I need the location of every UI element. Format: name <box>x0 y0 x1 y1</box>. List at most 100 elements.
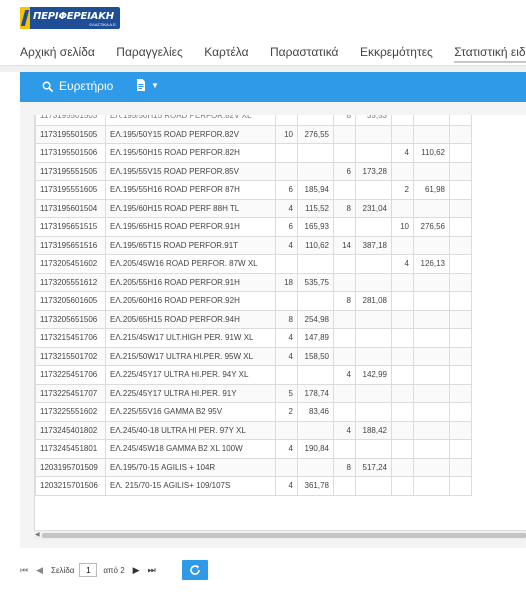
table-cell-description: ΕΛ.195/55V15 ROAD PERFOR.85V <box>105 161 276 181</box>
table-row[interactable]: 1173195601504 ΕΛ.195/60H15 ROAD PERF 88H … <box>35 198 472 218</box>
horizontal-scrollbar[interactable]: ◀ <box>34 530 526 540</box>
table-cell-qty-3 <box>391 328 414 348</box>
table-cell-amount-3 <box>413 457 450 477</box>
table-cell-amount-3 <box>413 115 450 126</box>
table-cell-qty-1: 4 <box>275 198 298 218</box>
table-cell-extra <box>449 254 472 274</box>
table-cell-qty-2 <box>333 439 356 459</box>
table-cell-qty-3 <box>391 161 414 181</box>
prev-page-icon[interactable]: ◀ <box>36 565 43 576</box>
table-cell-description: ΕΛ.195/70-15 AGILIS + 104R <box>105 457 276 477</box>
table-cell-amount-2 <box>355 143 392 163</box>
table-row[interactable]: 1173195501503 ΕΛ.195/50H15 ROAD PERFOR.8… <box>35 115 472 126</box>
nav-item-item-statistics[interactable]: Στατιστική ειδών <box>454 45 526 63</box>
table-row[interactable]: 1173195551505 ΕΛ.195/55V15 ROAD PERFOR.85… <box>35 161 472 181</box>
table-cell-qty-1 <box>275 457 298 477</box>
nav-item-documents[interactable]: Παραστατικά <box>270 45 338 61</box>
table-row[interactable]: 1173195651515 ΕΛ.195/65H15 ROAD PERFOR.91… <box>35 217 472 237</box>
table-cell-description: ΕΛ.195/50H15 ROAD PERFOR.82H <box>105 143 276 163</box>
nav-item-orders[interactable]: Παραγγελίες <box>116 45 183 61</box>
table-row[interactable]: 1173205601605 ΕΛ.205/60H16 ROAD PERFOR.92… <box>35 291 472 311</box>
search-icon <box>42 81 53 92</box>
table-row[interactable]: 1173225551602 ΕΛ.225/55V16 GAMMA B2 95V 2 8… <box>35 402 472 422</box>
table-cell-amount-2: 387,18 <box>355 235 392 255</box>
table-cell-qty-2: 8 <box>333 291 356 311</box>
table-cell-code: 1173245401802 <box>35 420 106 440</box>
nav-item-home[interactable]: Αρχική σελίδα <box>20 45 95 61</box>
table-cell-extra <box>449 457 472 477</box>
table-cell-description: ΕΛ.225/55V16 GAMMA B2 95V <box>105 402 276 422</box>
table-cell-code: 1173245451801 <box>35 439 106 459</box>
table-cell-qty-1: 18 <box>275 272 298 292</box>
company-logo[interactable]: ΠΕΡΙΦΕΡΕΙΑΚΗ ΕΛΑΣΤΙΚΑ Α.Ε. <box>20 7 120 29</box>
table-cell-code: 1173215501702 <box>35 346 106 366</box>
table-cell-qty-3 <box>391 439 414 459</box>
table-cell-qty-3 <box>391 346 414 366</box>
table-cell-description: ΕΛ.195/55H16 ROAD PERFOR 87H <box>105 180 276 200</box>
table-cell-amount-2 <box>355 124 392 144</box>
table-cell-amount-2: 517,24 <box>355 457 392 477</box>
table-row[interactable]: 1173205651506 ΕΛ.205/65H15 ROAD PERFOR.94… <box>35 309 472 329</box>
table-row[interactable]: 1173195551605 ΕΛ.195/55H16 ROAD PERFOR 87… <box>35 180 472 200</box>
table-cell-qty-1: 8 <box>275 309 298 329</box>
table-cell-extra <box>449 309 472 329</box>
table-cell-amount-3 <box>413 124 450 144</box>
table-cell-extra <box>449 143 472 163</box>
table-cell-amount-2 <box>355 328 392 348</box>
table-cell-amount-1 <box>297 420 334 440</box>
last-page-icon[interactable]: ⏭ <box>148 565 156 576</box>
table-row[interactable]: 1173215501702 ΕΛ.215/50W17 ULTRA HI.PER. … <box>35 346 472 366</box>
table-row[interactable]: 1173205551612 ΕΛ.205/55H16 ROAD PERFOR.91… <box>35 272 472 292</box>
table-cell-qty-3 <box>391 402 414 422</box>
table-row[interactable]: 1173205451602 ΕΛ.205/45W16 ROAD PERFOR. 8… <box>35 254 472 274</box>
table-cell-code: 1203215701506 <box>35 476 106 496</box>
table-row[interactable]: 1173195501505 ΕΛ.195/50Y15 ROAD PERFOR.82… <box>35 124 472 144</box>
first-page-icon[interactable]: ⏮ <box>20 565 28 576</box>
table-cell-qty-2: 14 <box>333 235 356 255</box>
table-row[interactable]: 1173195651516 ΕΛ.195/65T15 ROAD PERFOR.91… <box>35 235 472 255</box>
table-cell-amount-2 <box>355 254 392 274</box>
table-row[interactable]: 1173225451707 ΕΛ.225/45Y17 ULTRA HI.PER. … <box>35 383 472 403</box>
table-row[interactable]: 1173195501506 ΕΛ.195/50H15 ROAD PERFOR.82… <box>35 143 472 163</box>
table-cell-qty-1 <box>275 115 298 126</box>
table-cell-code: 1173195651516 <box>35 235 106 255</box>
table-row[interactable]: 1173245401802 ΕΛ.245/40-18 ULTRA HI PER. … <box>35 420 472 440</box>
table-cell-qty-3 <box>391 420 414 440</box>
page-label: Σελίδα <box>51 565 75 575</box>
table-cell-extra <box>449 476 472 496</box>
table-cell-qty-3 <box>391 476 414 496</box>
table-cell-amount-3 <box>413 476 450 496</box>
table-cell-amount-3: 126,13 <box>413 254 450 274</box>
table-cell-extra <box>449 402 472 422</box>
table-cell-amount-2 <box>355 402 392 422</box>
table-cell-qty-3 <box>391 124 414 144</box>
nav-item-card[interactable]: Καρτέλα <box>204 45 248 61</box>
table-cell-amount-1: 147,89 <box>297 328 334 348</box>
table-cell-amount-1: 361,78 <box>297 476 334 496</box>
table-cell-description: ΕΛ.215/45W17 ULT.HIGH PER. 91W XL <box>105 328 276 348</box>
refresh-button[interactable] <box>181 560 208 580</box>
table-cell-amount-3 <box>413 365 450 385</box>
table-cell-amount-1 <box>297 457 334 477</box>
table-row[interactable]: 1173215451706 ΕΛ.215/45W17 ULT.HIGH PER. … <box>35 328 472 348</box>
table-cell-qty-3: 2 <box>391 180 414 200</box>
table-cell-amount-2 <box>355 476 392 496</box>
table-cell-description: ΕΛ.225/45Y17 ULTRA HI.PER. 91Y <box>105 383 276 403</box>
table-cell-amount-3 <box>413 291 450 311</box>
table-cell-description: ΕΛ.225/45Y17 ULTRA HI.PER. 94Y XL <box>105 365 276 385</box>
nav-item-pending[interactable]: Εκκρεμότητες <box>360 45 433 61</box>
table-row[interactable]: 1203215701506 ΕΛ. 215/70-15 AGILIS+ 109/1… <box>35 476 472 496</box>
table-row[interactable]: 1173225451706 ΕΛ.225/45Y17 ULTRA HI.PER. … <box>35 365 472 385</box>
scroll-left-icon[interactable]: ◀ <box>35 531 40 538</box>
table-cell-qty-1: 6 <box>275 180 298 200</box>
page-number-input[interactable] <box>79 563 98 577</box>
next-page-icon[interactable]: ▶ <box>133 565 140 576</box>
table-cell-amount-1: 190,84 <box>297 439 334 459</box>
table-row[interactable]: 1203195701509 ΕΛ.195/70-15 AGILIS + 104R 8… <box>35 457 472 477</box>
table-row[interactable]: 1173245451801 ΕΛ.245/45W18 GAMMA B2 XL 10… <box>35 439 472 459</box>
scrollbar-thumb[interactable] <box>42 533 526 538</box>
export-dropdown-button[interactable]: ▼ <box>136 79 159 91</box>
table-cell-qty-3 <box>391 383 414 403</box>
index-search-button[interactable]: Ευρετήριο <box>42 79 113 93</box>
table-cell-amount-1: 158,50 <box>297 346 334 366</box>
